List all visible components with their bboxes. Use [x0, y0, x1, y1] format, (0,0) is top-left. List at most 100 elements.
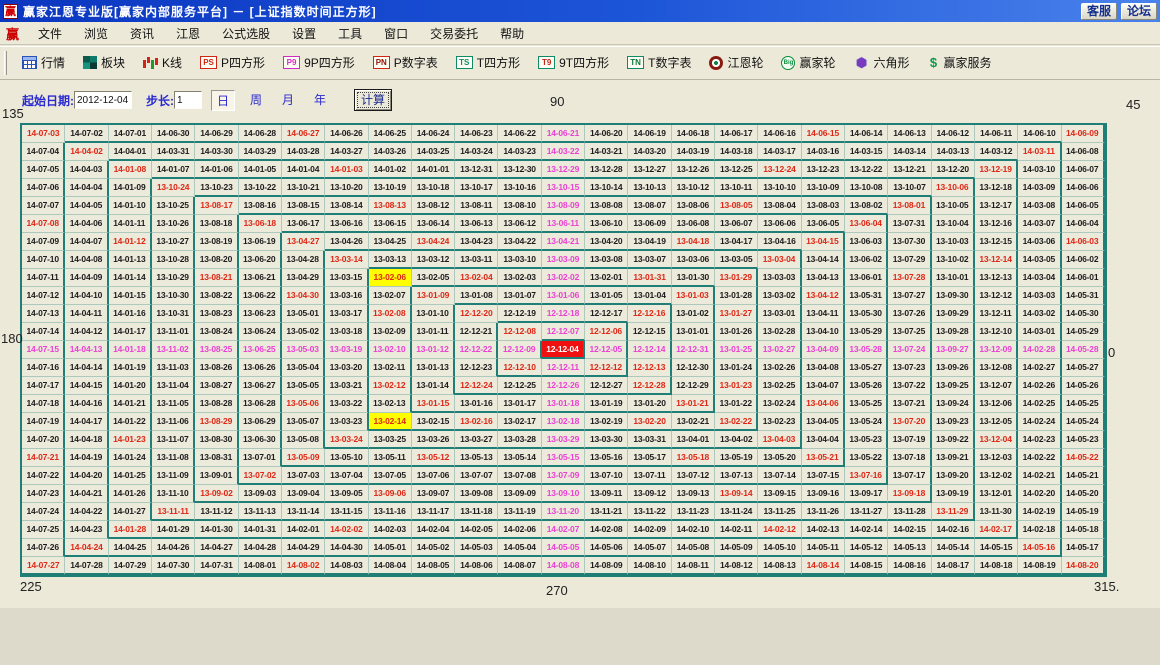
- date-cell[interactable]: 14-04-10: [65, 287, 108, 305]
- date-cell[interactable]: 14-05-25: [1062, 395, 1105, 413]
- date-cell[interactable]: 14-05-02: [412, 539, 455, 557]
- date-cell[interactable]: 14-01-06: [195, 161, 238, 179]
- date-cell[interactable]: 14-02-27: [1018, 359, 1061, 377]
- date-cell[interactable]: 14-01-16: [109, 305, 152, 323]
- date-cell[interactable]: 13-08-08: [585, 197, 628, 215]
- date-cell[interactable]: 13-03-13: [369, 251, 412, 269]
- date-cell[interactable]: 14-08-13: [758, 557, 801, 575]
- date-cell[interactable]: 13-03-06: [672, 251, 715, 269]
- date-cell[interactable]: 13-02-14: [369, 413, 412, 431]
- date-cell[interactable]: 13-02-18: [542, 413, 585, 431]
- date-cell[interactable]: 14-02-18: [1018, 521, 1061, 539]
- date-cell[interactable]: 13-11-10: [152, 485, 195, 503]
- date-cell[interactable]: 13-04-20: [585, 233, 628, 251]
- date-cell[interactable]: 13-05-20: [758, 449, 801, 467]
- date-cell[interactable]: 14-02-03: [369, 521, 412, 539]
- date-cell[interactable]: 13-06-10: [585, 215, 628, 233]
- date-cell[interactable]: 14-03-13: [932, 143, 975, 161]
- date-cell[interactable]: 14-01-29: [152, 521, 195, 539]
- date-cell[interactable]: 14-01-07: [152, 161, 195, 179]
- date-cell[interactable]: 12-12-20: [455, 305, 498, 323]
- date-cell[interactable]: 13-03-07: [628, 251, 671, 269]
- date-cell[interactable]: 14-04-11: [65, 305, 108, 323]
- date-cell[interactable]: 14-07-03: [22, 125, 65, 143]
- date-cell[interactable]: 14-04-08: [65, 251, 108, 269]
- date-cell[interactable]: 13-12-07: [975, 377, 1018, 395]
- date-cell[interactable]: 13-09-21: [932, 449, 975, 467]
- date-cell[interactable]: 13-09-29: [932, 305, 975, 323]
- date-cell[interactable]: 13-02-28: [758, 323, 801, 341]
- date-cell[interactable]: 13-02-08: [369, 305, 412, 323]
- date-cell[interactable]: 14-08-03: [325, 557, 368, 575]
- date-cell[interactable]: 14-08-08: [542, 557, 585, 575]
- date-cell[interactable]: 14-05-12: [845, 539, 888, 557]
- date-cell[interactable]: 13-01-25: [715, 341, 758, 359]
- date-cell[interactable]: 14-03-23: [498, 143, 541, 161]
- date-cell[interactable]: 13-04-05: [802, 413, 845, 431]
- date-cell[interactable]: 13-09-12: [628, 485, 671, 503]
- customer-service-button[interactable]: 客服: [1081, 3, 1117, 20]
- date-cell[interactable]: 13-06-24: [239, 323, 282, 341]
- menu-item-0[interactable]: 文件: [27, 25, 73, 42]
- date-cell[interactable]: 14-01-05: [239, 161, 282, 179]
- date-cell[interactable]: 14-04-21: [65, 485, 108, 503]
- date-cell[interactable]: 14-04-09: [65, 269, 108, 287]
- date-cell[interactable]: 13-10-22: [239, 179, 282, 197]
- date-cell[interactable]: 13-11-02: [152, 341, 195, 359]
- date-cell[interactable]: 14-04-04: [65, 179, 108, 197]
- date-cell[interactable]: 13-08-16: [239, 197, 282, 215]
- date-cell[interactable]: 13-01-12: [412, 341, 455, 359]
- date-cell[interactable]: 13-09-05: [325, 485, 368, 503]
- date-cell[interactable]: 14-01-27: [109, 503, 152, 521]
- date-cell[interactable]: 14-07-08: [22, 215, 65, 233]
- date-cell[interactable]: 14-01-10: [109, 197, 152, 215]
- date-cell[interactable]: 14-07-21: [22, 449, 65, 467]
- date-cell[interactable]: 13-01-18: [542, 395, 585, 413]
- date-cell[interactable]: 13-10-18: [412, 179, 455, 197]
- date-cell[interactable]: 13-12-02: [975, 467, 1018, 485]
- date-cell[interactable]: 14-06-18: [672, 125, 715, 143]
- date-cell[interactable]: 14-07-28: [65, 557, 108, 575]
- date-cell[interactable]: 13-05-26: [845, 377, 888, 395]
- date-cell[interactable]: 13-09-06: [369, 485, 412, 503]
- date-cell[interactable]: 14-07-10: [22, 251, 65, 269]
- toolbar-button-P数字表[interactable]: PNP数字表: [364, 54, 447, 71]
- date-cell[interactable]: 14-04-26: [152, 539, 195, 557]
- date-cell[interactable]: 13-12-01: [975, 485, 1018, 503]
- date-cell[interactable]: 13-07-11: [628, 467, 671, 485]
- date-cell[interactable]: 14-03-04: [1018, 269, 1061, 287]
- date-cell[interactable]: 13-12-23: [802, 161, 845, 179]
- date-cell[interactable]: 13-01-20: [628, 395, 671, 413]
- date-cell[interactable]: 13-03-08: [585, 251, 628, 269]
- date-cell[interactable]: 13-08-15: [282, 197, 325, 215]
- date-cell[interactable]: 14-04-28: [239, 539, 282, 557]
- date-cell[interactable]: 14-05-21: [1062, 467, 1105, 485]
- date-cell[interactable]: 13-09-28: [932, 323, 975, 341]
- date-cell[interactable]: 13-06-07: [715, 215, 758, 233]
- date-cell[interactable]: 13-04-19: [628, 233, 671, 251]
- date-cell[interactable]: 14-05-31: [1062, 287, 1105, 305]
- date-cell[interactable]: 14-06-21: [542, 125, 585, 143]
- date-cell[interactable]: 13-01-08: [455, 287, 498, 305]
- date-cell[interactable]: 12-12-13: [628, 359, 671, 377]
- step-input[interactable]: [174, 91, 202, 109]
- date-cell[interactable]: 13-11-12: [195, 503, 238, 521]
- date-cell[interactable]: 14-05-27: [1062, 359, 1105, 377]
- toolbar-button-六角形[interactable]: 六角形: [845, 54, 919, 71]
- date-cell[interactable]: 13-09-03: [239, 485, 282, 503]
- date-cell[interactable]: 14-01-04: [282, 161, 325, 179]
- date-cell[interactable]: 13-06-18: [239, 215, 282, 233]
- date-cell[interactable]: 14-04-27: [195, 539, 238, 557]
- date-cell[interactable]: 14-07-29: [109, 557, 152, 575]
- date-cell[interactable]: 13-02-07: [369, 287, 412, 305]
- date-cell[interactable]: 13-05-11: [369, 449, 412, 467]
- date-cell[interactable]: 14-01-02: [369, 161, 412, 179]
- date-cell[interactable]: 13-07-24: [888, 341, 931, 359]
- date-cell[interactable]: 13-01-23: [715, 377, 758, 395]
- date-cell[interactable]: 14-04-07: [65, 233, 108, 251]
- date-cell[interactable]: 14-06-14: [845, 125, 888, 143]
- date-cell[interactable]: 13-02-13: [369, 395, 412, 413]
- date-cell[interactable]: 14-03-10: [1018, 161, 1061, 179]
- date-cell[interactable]: 13-04-15: [802, 233, 845, 251]
- date-cell[interactable]: 14-07-27: [22, 557, 65, 575]
